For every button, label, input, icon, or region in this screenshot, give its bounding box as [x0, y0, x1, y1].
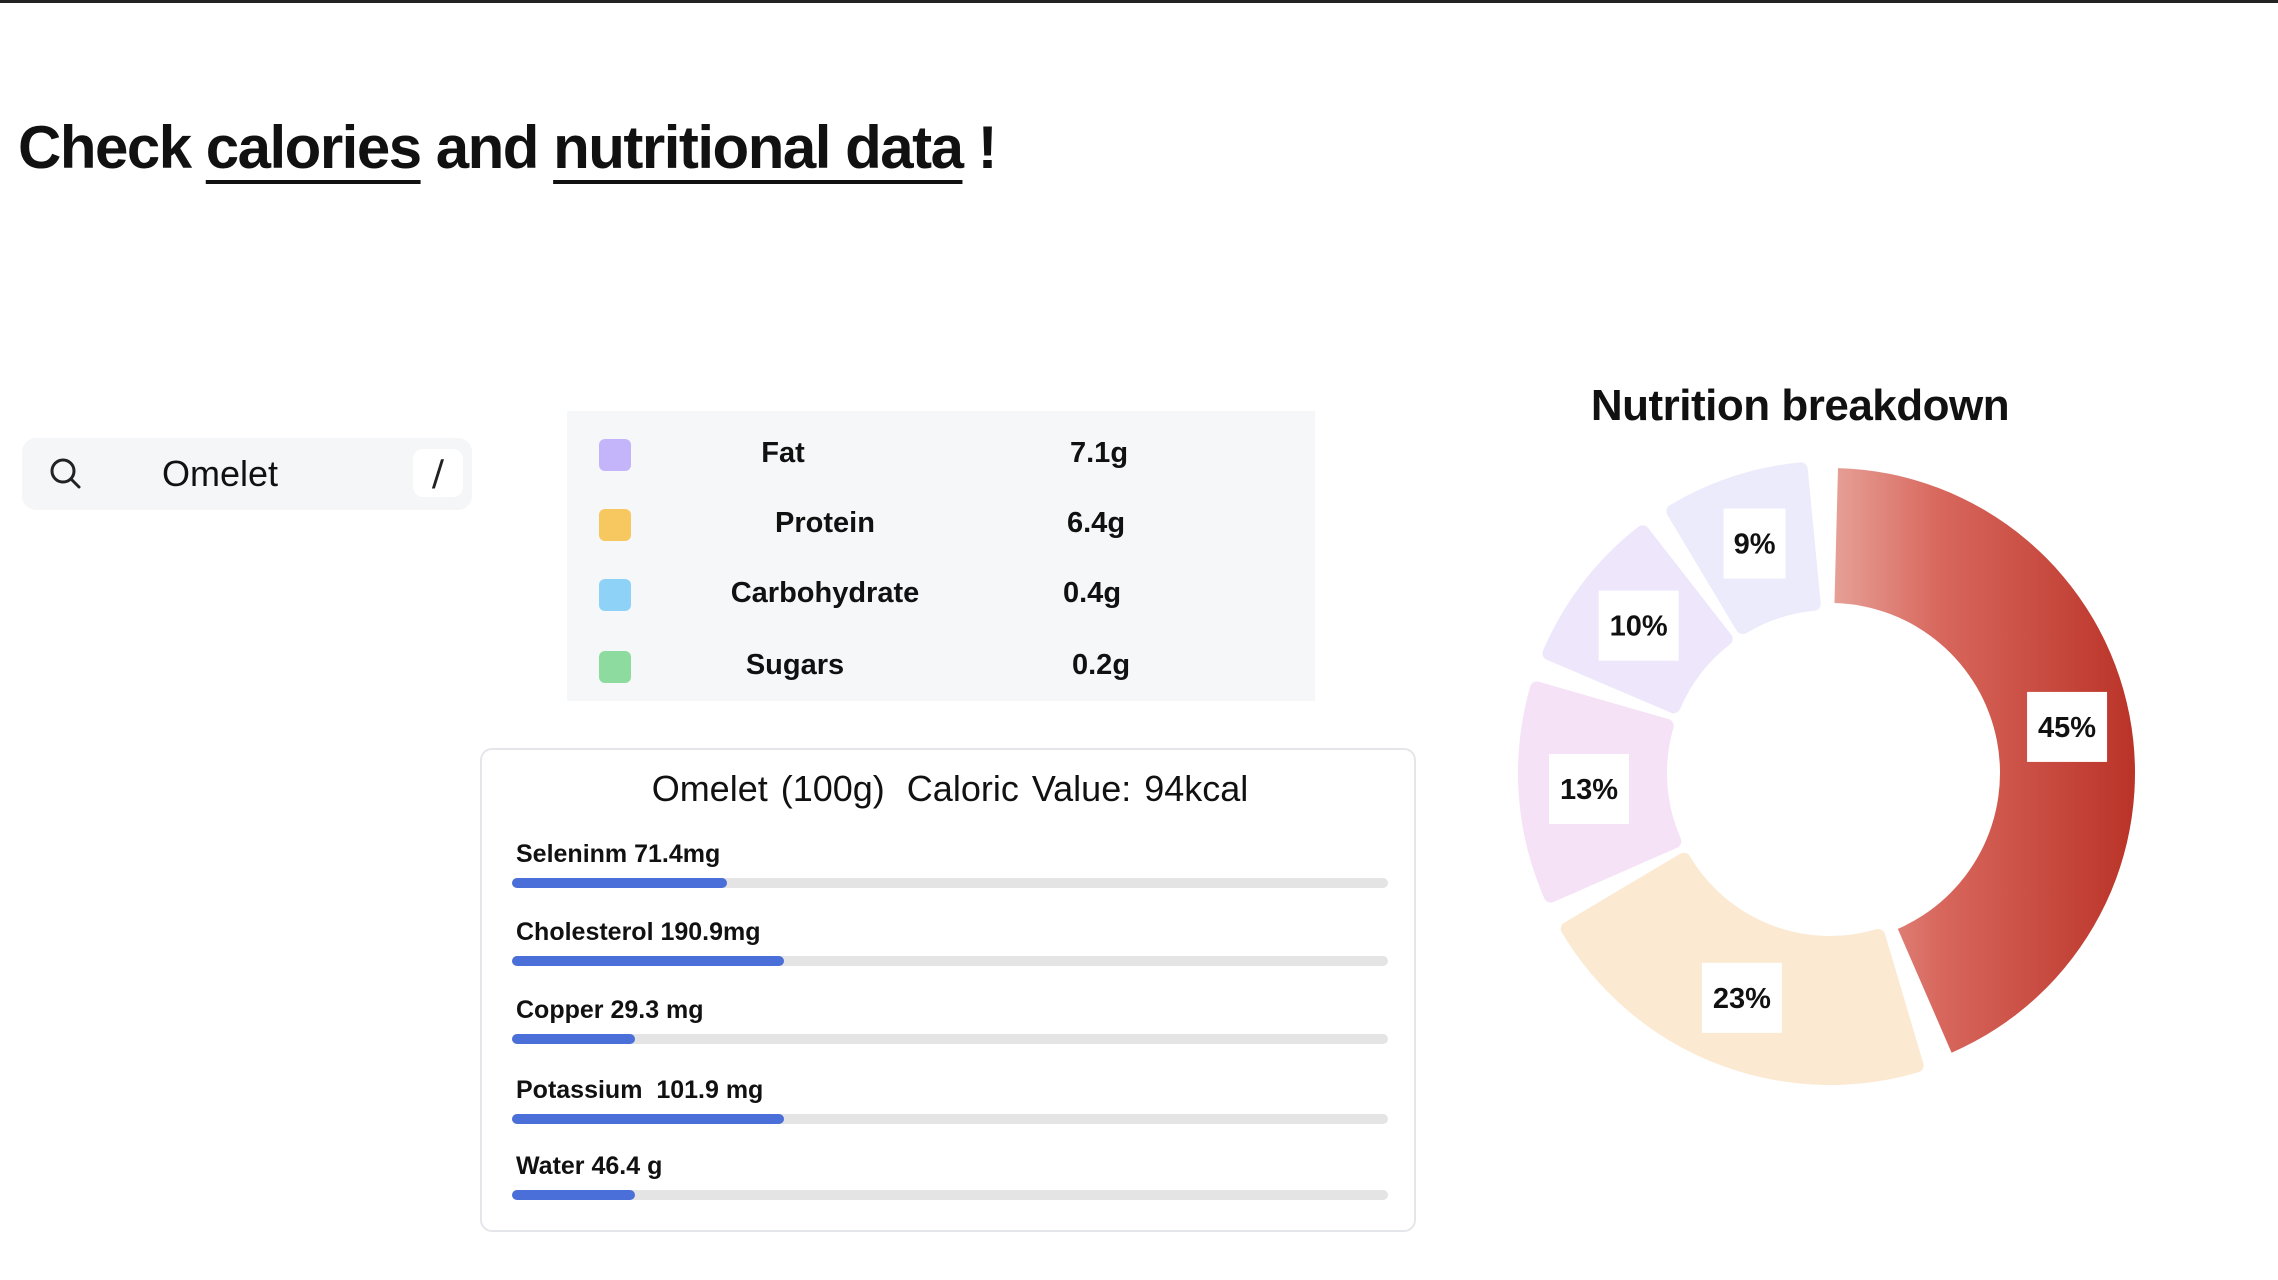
nutritional-data-link[interactable]: nutritional data: [553, 114, 964, 181]
headline-text: Check: [18, 114, 206, 181]
macro-row-fat: Fat 7.1g: [567, 435, 1315, 475]
nutrient-row: Water 46.4 g: [512, 1152, 1388, 1222]
nutrient-row: Potassium 101.9 mg: [512, 1076, 1388, 1146]
slice-percent-label: 9%: [1734, 529, 1776, 561]
macro-name: Carbohydrate: [730, 577, 920, 609]
nutrient-label: Potassium 101.9 mg: [516, 1076, 764, 1104]
slice-percent-label: 45%: [2038, 712, 2096, 744]
macro-row-carbohydrate: Carbohydrate 0.4g: [567, 575, 1315, 615]
nutrient-progress-fill: [512, 1034, 635, 1044]
protein-color-swatch: [599, 509, 631, 541]
nutrient-progress-track: [512, 878, 1388, 888]
page-headline: Check calories and nutritional data !: [18, 108, 998, 188]
carbohydrate-color-swatch: [599, 579, 631, 611]
headline-text: !: [962, 114, 998, 181]
breakdown-title: Nutrition breakdown: [1590, 381, 2010, 430]
nutrient-row: Seleninm 71.4mg: [512, 840, 1388, 910]
macro-value: 7.1g: [1070, 437, 1129, 469]
search-icon[interactable]: [48, 456, 84, 492]
macro-name: Sugars: [745, 649, 845, 681]
food-summary: Omelet (100g) Caloric Value: 94kcal: [482, 768, 1418, 810]
nutrient-progress-fill: [512, 1114, 784, 1124]
nutrient-progress-track: [512, 956, 1388, 966]
nutrient-label: Water 46.4 g: [516, 1152, 663, 1180]
sugars-color-swatch: [599, 651, 631, 683]
search-bar[interactable]: [22, 438, 472, 510]
slice-percent-label: 23%: [1713, 983, 1771, 1015]
nutrient-label: Copper 29.3 mg: [516, 996, 704, 1024]
search-input[interactable]: [162, 452, 412, 496]
macro-value: 0.4g: [1063, 577, 1122, 609]
headline-text: and: [420, 114, 554, 181]
nutrition-breakdown-donut: 45% 23% 13% 10% 9%: [1518, 462, 2135, 1085]
nutrient-detail-card: Omelet (100g) Caloric Value: 94kcal Selen…: [480, 748, 1416, 1232]
slice-percent-label: 10%: [1610, 611, 1668, 643]
fat-color-swatch: [599, 439, 631, 471]
food-serving: Omelet (100g): [651, 768, 885, 809]
nutrient-progress-fill: [512, 956, 784, 966]
calories-link[interactable]: calories: [206, 114, 422, 181]
nutrient-progress-fill: [512, 878, 727, 888]
nutrient-label: Seleninm 71.4mg: [516, 840, 721, 868]
macro-name: Fat: [761, 437, 805, 469]
nutrient-row: Copper 29.3 mg: [512, 996, 1388, 1066]
macronutrient-table: Fat 7.1g Protein 6.4g Carbohydrate 0.4g …: [567, 411, 1315, 701]
nutrient-label: Cholesterol 190.9mg: [516, 918, 761, 946]
nutrient-progress-track: [512, 1114, 1388, 1124]
caloric-value: Caloric Value: 94kcal: [906, 768, 1249, 809]
macro-row-protein: Protein 6.4g: [567, 505, 1315, 545]
nutrient-progress-track: [512, 1034, 1388, 1044]
nutrient-progress-fill: [512, 1190, 635, 1200]
macro-value: 6.4g: [1067, 507, 1126, 539]
macro-value: 0.2g: [1072, 649, 1131, 681]
nutrient-progress-track: [512, 1190, 1388, 1200]
shortcut-key-badge: /: [413, 449, 463, 497]
macro-row-sugars: Sugars 0.2g: [567, 647, 1315, 687]
macro-name: Protein: [775, 507, 875, 539]
nutrient-row: Cholesterol 190.9mg: [512, 918, 1388, 988]
slice-percent-label: 13%: [1560, 774, 1618, 806]
